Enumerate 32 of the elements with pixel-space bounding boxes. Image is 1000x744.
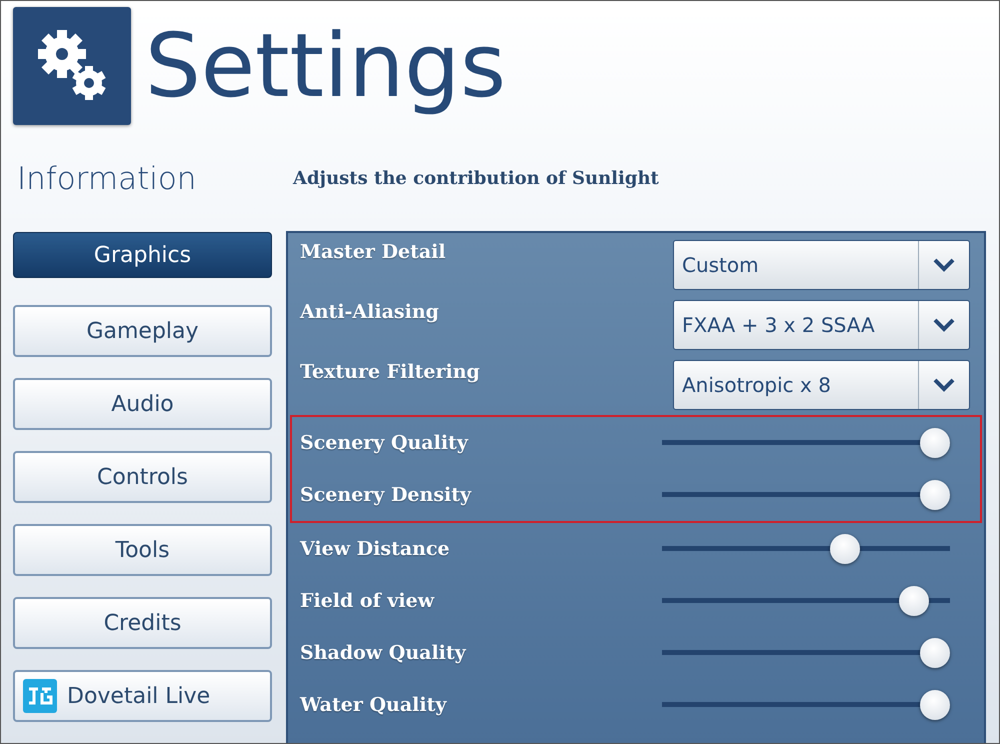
slider-thumb[interactable] [920, 480, 950, 510]
setting-label: Water Quality [300, 694, 446, 716]
logo-icon [23, 679, 57, 713]
setting-label: Texture Filtering [300, 360, 480, 383]
slider-thumb[interactable] [830, 534, 860, 564]
slider-thumb[interactable] [920, 638, 950, 668]
setting-label: Master Detail [300, 240, 446, 263]
setting-label: Shadow Quality [300, 642, 466, 664]
nav-button[interactable]: Graphics [13, 232, 272, 278]
setting-label: View Distance [300, 538, 450, 560]
nav-button[interactable]: Credits [13, 597, 272, 649]
nav-button[interactable]: Controls [13, 451, 272, 503]
nav-button[interactable]: Audio [13, 378, 272, 430]
nav-button[interactable]: Gameplay [13, 305, 272, 357]
setting-label: Scenery Density [300, 484, 472, 506]
chevron-down-icon [933, 378, 955, 392]
setting-label: Scenery Quality [300, 432, 468, 454]
setting-label: Anti-Aliasing [300, 300, 439, 323]
nav-button[interactable]: Dovetail Live [13, 670, 272, 722]
section-title: Information [17, 160, 198, 196]
nav-button[interactable]: Tools [13, 524, 272, 576]
setting-label: Field of view [300, 590, 434, 612]
chevron-down-icon [933, 318, 955, 332]
slider-thumb[interactable] [899, 586, 930, 616]
dropdown[interactable]: FXAA + 3 x 2 SSAA [673, 300, 970, 350]
dropdown[interactable]: Custom [673, 240, 970, 290]
chevron-down-icon [933, 258, 955, 272]
page-title: Settings [145, 13, 506, 119]
slider-thumb[interactable] [920, 690, 950, 720]
slider-thumb[interactable] [920, 428, 950, 458]
dropdown[interactable]: Anisotropic x 8 [673, 360, 970, 410]
description: Adjusts the contribution of Sunlight [293, 168, 659, 189]
